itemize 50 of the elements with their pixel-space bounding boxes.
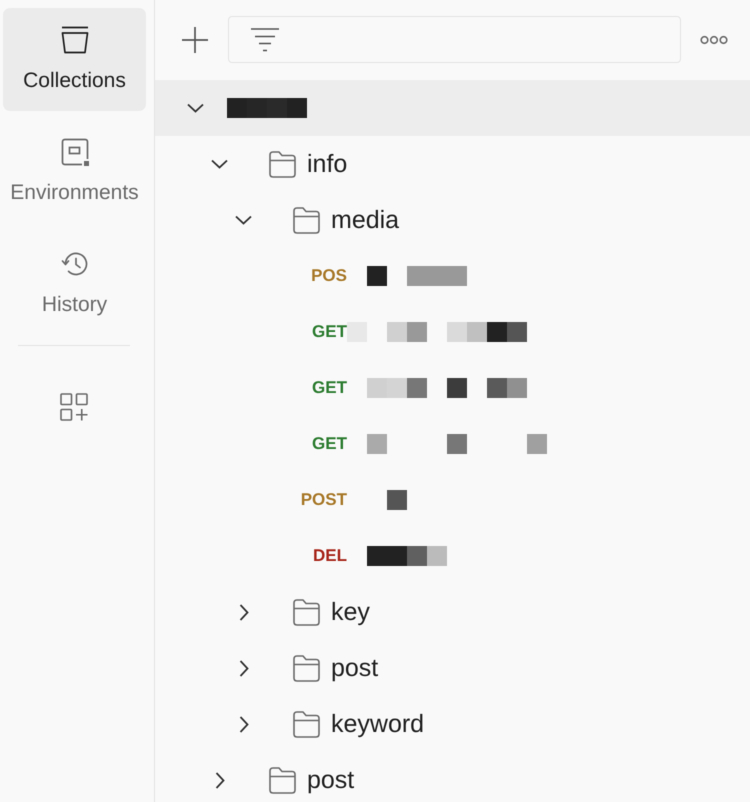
tree-row[interactable]: post: [155, 752, 750, 802]
folder-icon: [269, 150, 296, 178]
method-label: GET: [312, 378, 347, 398]
grid-plus-icon[interactable]: [60, 393, 88, 421]
method-label: GET: [312, 434, 347, 454]
sidebar-tab[interactable]: History: [3, 232, 146, 335]
tree-row[interactable]: DEL: [155, 528, 750, 584]
framed-square-icon: [60, 138, 88, 166]
chevron-down-icon[interactable]: [211, 159, 228, 169]
tree-row[interactable]: media: [155, 192, 750, 248]
folder-name: info: [307, 149, 348, 179]
filter-field[interactable]: [228, 16, 681, 63]
tree-row[interactable]: info: [155, 136, 750, 192]
method-label: POST: [300, 490, 347, 510]
history-icon: [60, 250, 88, 278]
folder-name: keyword: [331, 709, 424, 739]
tree-row[interactable]: GET: [155, 304, 750, 360]
method-label: POS: [311, 266, 347, 286]
folder-icon: [293, 598, 320, 626]
chevron-right-icon[interactable]: [238, 604, 248, 620]
more-icon[interactable]: [700, 34, 728, 44]
chevron-right-icon[interactable]: [238, 660, 248, 676]
tree-row[interactable]: key: [155, 584, 750, 640]
chevron-down-icon[interactable]: [235, 215, 252, 225]
chevron-down-icon[interactable]: [187, 103, 204, 113]
tree-row[interactable]: POS: [155, 248, 750, 304]
folder-icon: [293, 710, 320, 738]
plus-icon[interactable]: [182, 26, 208, 52]
tree-row[interactable]: GET: [155, 360, 750, 416]
sidebar-tab[interactable]: Environments: [3, 120, 146, 223]
sidebar-tab[interactable]: Collections: [3, 8, 146, 111]
bin-icon: [60, 26, 88, 54]
chevron-right-icon[interactable]: [214, 772, 224, 788]
chevron-right-icon[interactable]: [238, 716, 248, 732]
tree-row[interactable]: keyword: [155, 696, 750, 752]
tree-row[interactable]: GET: [155, 416, 750, 472]
method-label: DEL: [313, 546, 347, 566]
folder-icon: [293, 654, 320, 682]
folder-name: media: [331, 205, 400, 235]
tree-row[interactable]: POST: [155, 472, 750, 528]
collection-row[interactable]: [155, 80, 750, 136]
folder-name: post: [331, 653, 378, 683]
folder-name: post: [307, 765, 354, 795]
pixelated-name-drawing: [387, 490, 407, 510]
folder-icon: [269, 766, 296, 794]
tree-row[interactable]: post: [155, 640, 750, 696]
folder-icon: [293, 206, 320, 234]
folder-name: key: [331, 597, 370, 627]
filter-icon: [251, 28, 279, 52]
method-label: GET: [312, 322, 347, 342]
